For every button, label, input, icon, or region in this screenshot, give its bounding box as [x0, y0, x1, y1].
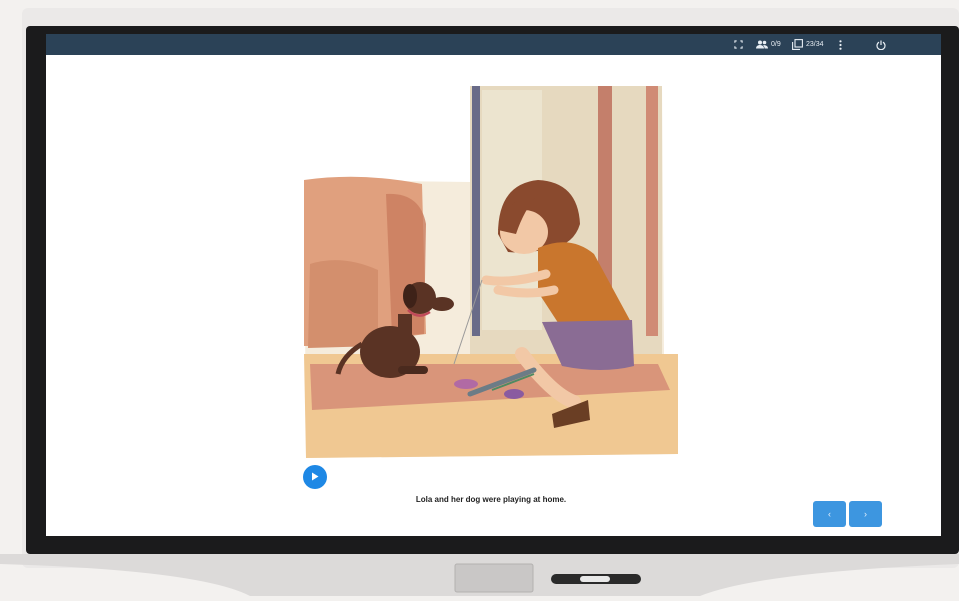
- more-vert-icon: [839, 39, 842, 50]
- power-icon: [876, 40, 886, 50]
- play-icon: [311, 468, 319, 486]
- participants-icon: [756, 40, 768, 49]
- participants-button[interactable]: 0/9: [756, 37, 781, 52]
- chevron-left-icon: ‹: [828, 509, 831, 519]
- participants-count: 0/9: [771, 41, 781, 48]
- fullscreen-icon: [734, 40, 743, 49]
- page-counter: 23/34: [806, 41, 824, 48]
- board-tray: [0, 554, 959, 596]
- more-menu-button[interactable]: [839, 37, 842, 52]
- play-audio-button[interactable]: [303, 465, 327, 489]
- top-toolbar: 0/9 23/34: [46, 34, 941, 55]
- story-illustration: [302, 84, 680, 460]
- next-page-button[interactable]: ›: [849, 501, 882, 527]
- power-button[interactable]: [876, 37, 886, 52]
- chevron-right-icon: ›: [864, 509, 867, 519]
- fullscreen-button[interactable]: [734, 37, 743, 52]
- previous-page-button[interactable]: ‹: [813, 501, 846, 527]
- story-caption: Lola and her dog were playing at home.: [415, 495, 567, 504]
- screen: 0/9 23/34 Lola and her dog were playing …: [46, 34, 941, 536]
- pages-button[interactable]: 23/34: [792, 37, 824, 52]
- pages-icon: [792, 39, 803, 50]
